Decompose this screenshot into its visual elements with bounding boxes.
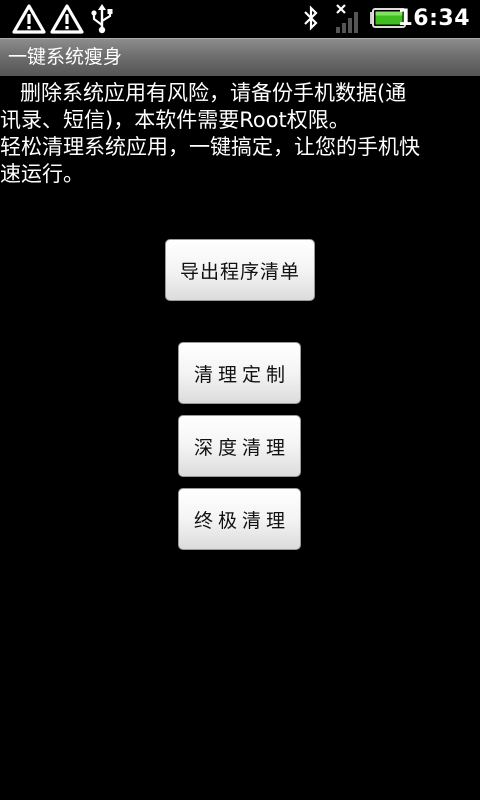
app-title: 一键系统瘦身 — [8, 46, 123, 68]
ultimate-clean-button[interactable]: 终极清理 — [178, 488, 301, 550]
no-signal-icon — [336, 4, 358, 33]
description: 删除系统应用有风险，请备份手机数据(通 讯录、短信)，本软件需要Root权限。 … — [0, 80, 480, 188]
warning-icon — [12, 4, 46, 34]
description-line: 轻松清理系统应用，一键搞定，让您的手机快 — [0, 135, 420, 159]
title-bar: 一键系统瘦身 — [0, 38, 480, 76]
clock: 16:34 — [397, 6, 470, 31]
custom-clean-button[interactable]: 清理定制 — [178, 342, 301, 404]
description-line: 删除系统应用有风险，请备份手机数据(通 — [20, 81, 407, 105]
description-line: 速运行。 — [0, 162, 84, 186]
export-program-list-button[interactable]: 导出程序清单 — [165, 239, 315, 301]
description-line: 讯录、短信)，本软件需要Root权限。 — [0, 108, 350, 132]
warning-icon — [50, 4, 84, 34]
bluetooth-icon — [304, 5, 318, 31]
status-bar: 16:34 — [0, 0, 480, 38]
usb-icon — [91, 4, 113, 34]
deep-clean-button[interactable]: 深度清理 — [178, 415, 301, 477]
